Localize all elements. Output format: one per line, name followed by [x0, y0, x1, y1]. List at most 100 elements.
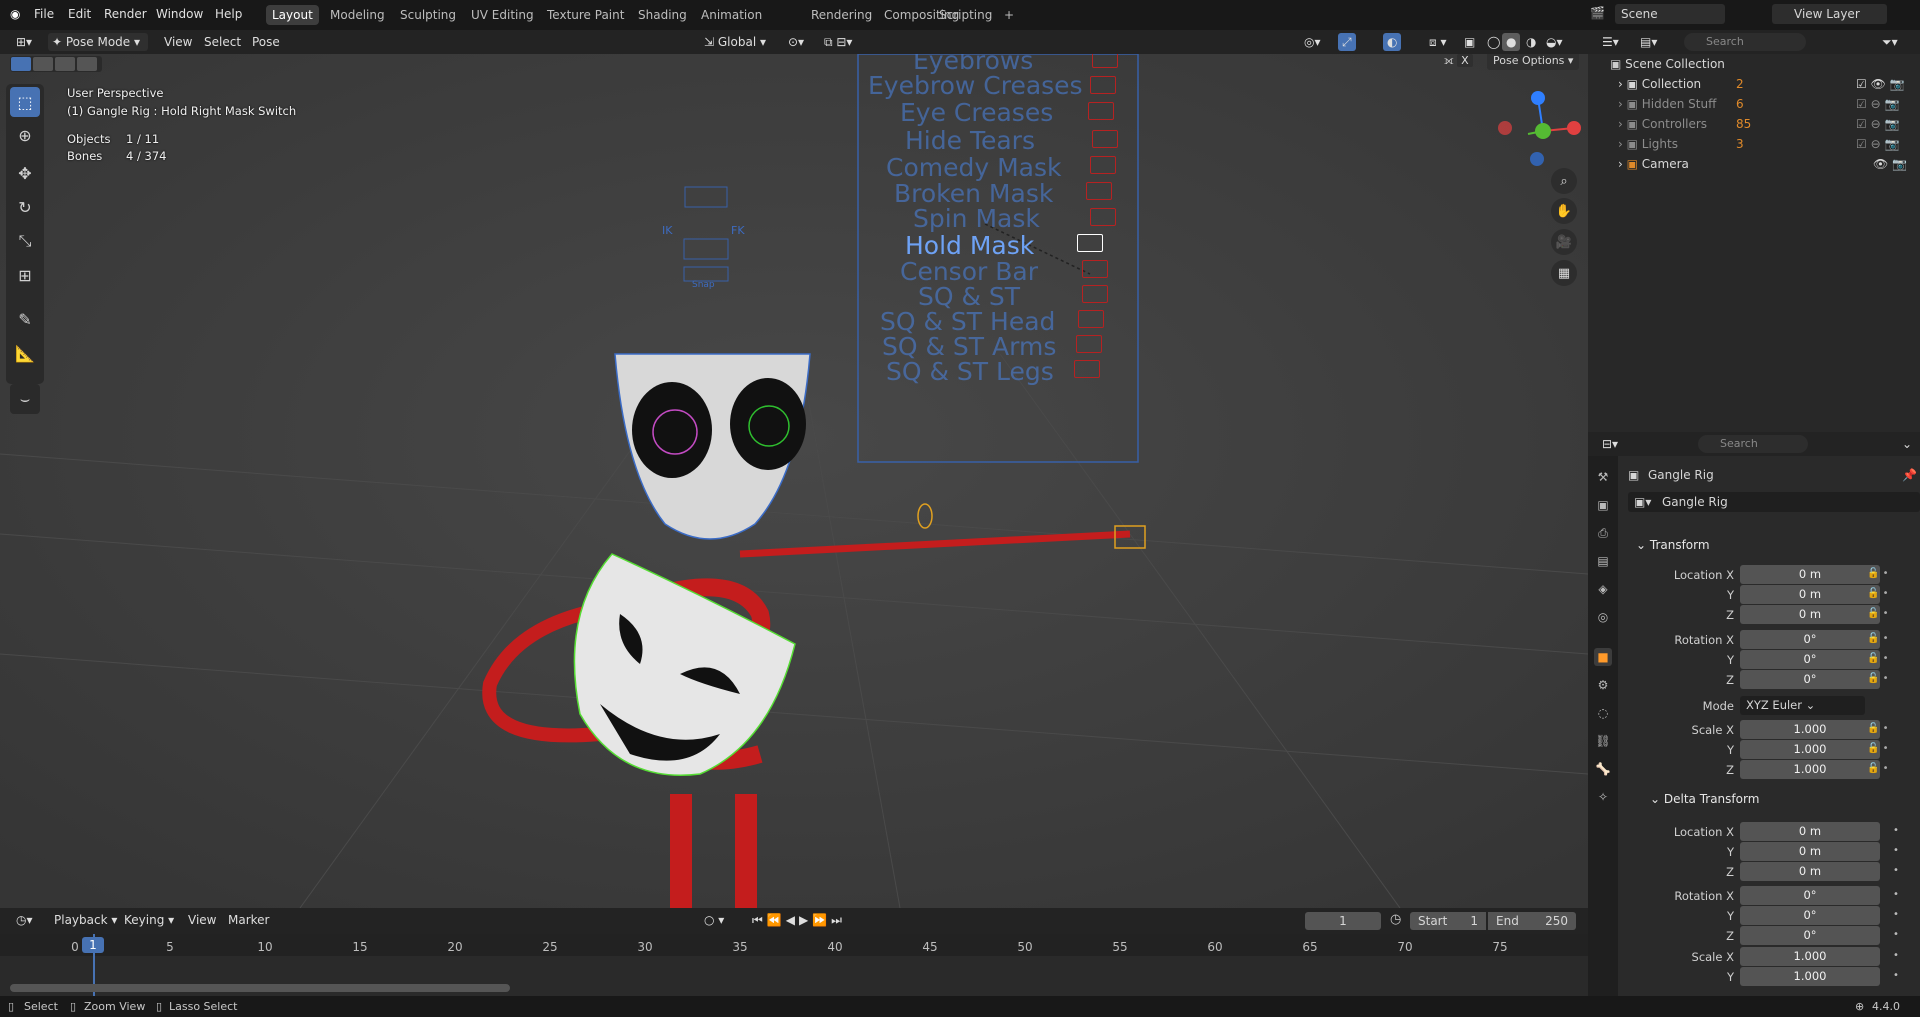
ctrl-label[interactable]: Eyebrow Creases: [868, 71, 1083, 100]
tab-texture-paint[interactable]: Texture Paint: [541, 5, 630, 25]
outliner-item-hidden-stuff[interactable]: › ▣ Hidden Stuff 6 ☑ ⊖ 📷: [1588, 94, 1920, 114]
camera-view-icon[interactable]: 🎥: [1551, 229, 1577, 255]
gizmo-toggle-icon[interactable]: ⤢: [1338, 33, 1356, 51]
menu-view[interactable]: View: [160, 33, 196, 51]
ctrl-label-active[interactable]: Hold Mask: [905, 231, 1034, 260]
lock-icon[interactable]: 🔓 •: [1867, 673, 1889, 684]
ctrl-switch[interactable]: [1082, 260, 1108, 278]
mirror-x-icon[interactable]: ⟗ X: [1444, 54, 1473, 70]
material-shading-icon[interactable]: ◑: [1522, 33, 1540, 51]
output-tab-icon[interactable]: ⎙: [1594, 524, 1612, 542]
tab-scripting[interactable]: Scripting: [933, 5, 998, 25]
ctrl-switch[interactable]: [1090, 76, 1116, 94]
ctrl-switch[interactable]: [1074, 360, 1100, 378]
checkbox-icon[interactable]: ☑ ⊖ 📷: [1856, 134, 1899, 154]
ctrl-switch[interactable]: [1076, 335, 1102, 353]
pan-hand-icon[interactable]: ✋: [1551, 198, 1577, 224]
ctrl-switch-selected[interactable]: [1077, 234, 1103, 252]
bone-tab-icon[interactable]: ✧: [1594, 788, 1612, 806]
scale-y-field[interactable]: 1.000: [1740, 740, 1880, 759]
rotation-mode-dropdown[interactable]: XYZ Euler ⌄: [1740, 696, 1865, 715]
keyframe-dot-icon[interactable]: •: [1893, 825, 1899, 836]
timeline-editor-icon[interactable]: ◷▾: [12, 911, 37, 929]
tab-shading[interactable]: Shading: [632, 5, 693, 25]
lock-icon[interactable]: 🔓 •: [1867, 723, 1889, 734]
keyframe-dot-icon[interactable]: •: [1893, 970, 1899, 981]
pose-options-dropdown[interactable]: Pose Options ▾: [1487, 54, 1580, 70]
tab-layout[interactable]: Layout: [266, 5, 319, 25]
rotate-tool-icon[interactable]: ↻: [10, 192, 40, 222]
scale-z-field[interactable]: 1.000: [1740, 760, 1880, 779]
select-new-icon[interactable]: [11, 57, 31, 71]
view-layer-tab-icon[interactable]: ▤: [1594, 552, 1612, 570]
checkbox-icon[interactable]: ☑ 👁 📷: [1856, 74, 1905, 94]
add-workspace-button[interactable]: +: [998, 5, 1020, 25]
checkbox-icon[interactable]: ☑ ⊖ 📷: [1856, 94, 1899, 114]
ctrl-label[interactable]: SQ & ST Legs: [886, 357, 1054, 386]
properties-editor-icon[interactable]: ⊟▾: [1598, 435, 1622, 453]
datablock-field[interactable]: ▣▾ Gangle Rig: [1628, 492, 1920, 512]
editor-type-icon[interactable]: ⊞▾: [12, 33, 36, 51]
end-frame-field[interactable]: End 250: [1488, 912, 1576, 930]
keyframe-dot-icon[interactable]: •: [1893, 950, 1899, 961]
annotate-tool-icon[interactable]: ✎: [10, 304, 40, 334]
data-tab-icon[interactable]: 🦴: [1594, 760, 1612, 778]
scale-x-field[interactable]: 1.000: [1740, 720, 1880, 739]
menu-pose[interactable]: Pose: [248, 33, 284, 51]
properties-search-input[interactable]: Search: [1698, 435, 1808, 453]
playback-controls[interactable]: ⏮⏪◀▶⏩⏭: [748, 911, 850, 929]
scene-tab-icon[interactable]: ◈: [1594, 580, 1612, 598]
orientation-selector[interactable]: ⇲ Global ▾: [700, 33, 776, 51]
outliner-item-collection[interactable]: › ▣ Collection 2 ☑ 👁 📷: [1588, 74, 1920, 94]
delta-scale-y-field[interactable]: 1.000: [1740, 967, 1880, 986]
menu-render[interactable]: Render: [104, 7, 147, 21]
location-y-field[interactable]: 0 m: [1740, 585, 1880, 604]
3d-viewport[interactable]: Eyebrows Eyebrow Creases Eye Creases Hid…: [0, 54, 1588, 908]
autokey-icon[interactable]: ○ ▾: [700, 911, 728, 929]
keyframe-dot-icon[interactable]: •: [1893, 845, 1899, 856]
delta-location-x-field[interactable]: 0 m: [1740, 822, 1880, 841]
outliner-item-lights[interactable]: › ▣ Lights 3 ☑ ⊖ 📷: [1588, 134, 1920, 154]
keyframe-dot-icon[interactable]: •: [1893, 929, 1899, 940]
xray-icon[interactable]: ⧈ ▾: [1425, 33, 1450, 51]
select-invert-icon[interactable]: [77, 57, 97, 71]
lock-icon[interactable]: 🔓 •: [1867, 763, 1889, 774]
relax-pose-tool-icon[interactable]: ⌣: [10, 384, 40, 414]
snap-icon[interactable]: ⧉ ⊟▾: [820, 33, 856, 51]
outliner-editor-icon[interactable]: ☰▾: [1598, 33, 1623, 51]
measure-tool-icon[interactable]: 📐: [10, 338, 40, 368]
tab-animation[interactable]: Animation: [695, 5, 768, 25]
playhead-frame-badge[interactable]: 1: [82, 937, 104, 953]
checkbox-icon[interactable]: ☑ ⊖ 📷: [1856, 114, 1899, 134]
delta-rotation-y-field[interactable]: 0°: [1740, 906, 1880, 925]
lock-icon[interactable]: 🔓 •: [1867, 588, 1889, 599]
select-subtract-icon[interactable]: [55, 57, 75, 71]
blender-logo-icon[interactable]: ◉: [10, 7, 20, 21]
delta-location-y-field[interactable]: 0 m: [1740, 842, 1880, 861]
select-extend-icon[interactable]: [33, 57, 53, 71]
menu-help[interactable]: Help: [215, 7, 242, 21]
menu-edit[interactable]: Edit: [68, 7, 91, 21]
mode-selector[interactable]: ✦ Pose Mode ▾: [48, 33, 148, 51]
ctrl-label[interactable]: Comedy Mask: [886, 153, 1062, 182]
delta-scale-x-field[interactable]: 1.000: [1740, 947, 1880, 966]
display-mode-icon[interactable]: ▤▾: [1636, 33, 1661, 51]
start-frame-field[interactable]: Start 1: [1410, 912, 1486, 930]
outliner-item-camera[interactable]: › ▣ Camera 👁 📷: [1588, 154, 1920, 174]
view-layer-selector[interactable]: View Layer: [1772, 4, 1887, 24]
lock-icon[interactable]: 🔓 •: [1867, 608, 1889, 619]
timeline-view-menu[interactable]: View: [184, 911, 220, 929]
scene-collection-row[interactable]: ▣ Scene Collection: [1588, 54, 1920, 74]
visibility-icon[interactable]: 👁 📷: [1873, 154, 1907, 174]
playback-menu[interactable]: Playback ▾: [50, 911, 121, 929]
ctrl-label[interactable]: Spin Mask: [913, 204, 1040, 233]
overlay-toggle-icon[interactable]: ◐: [1383, 33, 1402, 51]
lock-icon[interactable]: 🔓 •: [1867, 633, 1889, 644]
world-tab-icon[interactable]: ◎: [1594, 608, 1612, 626]
transform-panel-header[interactable]: ⌄ Transform: [1636, 538, 1710, 552]
ctrl-switch[interactable]: [1078, 310, 1104, 328]
cursor-tool-icon[interactable]: ⊕: [10, 120, 40, 150]
pivot-icon[interactable]: ⊙▾: [784, 33, 808, 51]
timeline[interactable]: 0 5 10 15 20 25 30 35 40 45 50 55 60 65 70 75 1: [0, 934, 1588, 996]
outliner-search-input[interactable]: Search: [1684, 33, 1806, 51]
